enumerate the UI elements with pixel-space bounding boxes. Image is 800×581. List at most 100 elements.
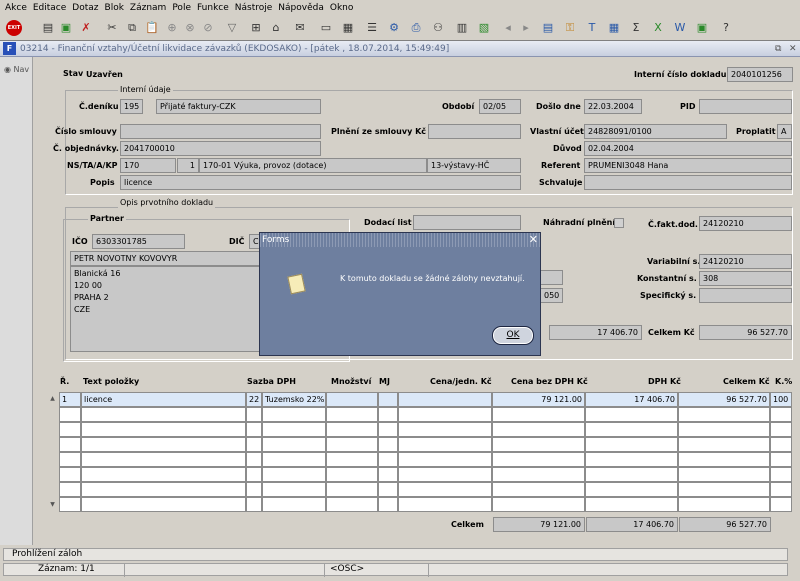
table-cell[interactable] <box>378 482 398 497</box>
nahradni-checkbox[interactable] <box>614 218 624 228</box>
table-cell[interactable] <box>246 407 262 422</box>
table-cell[interactable] <box>585 497 678 512</box>
table-cell[interactable] <box>378 392 398 407</box>
a-field[interactable]: 170-01 Výuka, provoz (dotace) <box>199 158 427 173</box>
var-field[interactable]: 24120210 <box>699 254 792 269</box>
ns-field[interactable]: 170 <box>120 158 176 173</box>
table-cell[interactable] <box>326 407 378 422</box>
table-cell[interactable]: Tuzemsko 22% <box>262 392 326 407</box>
cfakt-field[interactable]: 24120210 <box>699 216 792 231</box>
table-cell[interactable] <box>246 467 262 482</box>
table-cell[interactable] <box>81 422 246 437</box>
table-cell[interactable] <box>326 467 378 482</box>
table-cell[interactable] <box>378 422 398 437</box>
table-cell[interactable] <box>678 467 770 482</box>
table-cell[interactable] <box>326 392 378 407</box>
table-cell[interactable] <box>59 497 81 512</box>
table-cell[interactable]: 100 <box>770 392 792 407</box>
pid-field[interactable] <box>699 99 792 114</box>
table-cell[interactable] <box>59 452 81 467</box>
table-cell[interactable] <box>585 422 678 437</box>
table-cell[interactable] <box>398 452 492 467</box>
table-cell[interactable] <box>246 437 262 452</box>
plneni-field[interactable] <box>428 124 521 139</box>
cdeniku-field[interactable]: 195 <box>120 99 143 114</box>
dph-field[interactable]: 17 406.70 <box>549 325 642 340</box>
table-cell[interactable] <box>81 467 246 482</box>
address-field[interactable]: Blanická 16 120 00 PRAHA 2 CZE <box>70 266 260 352</box>
total-dph[interactable]: 17 406.70 <box>586 517 678 532</box>
spec-field[interactable] <box>699 288 792 303</box>
table-cell[interactable] <box>492 497 585 512</box>
table-cell[interactable] <box>262 437 326 452</box>
table-cell[interactable] <box>246 452 262 467</box>
table-cell[interactable] <box>585 482 678 497</box>
table-cell[interactable] <box>326 482 378 497</box>
table-cell[interactable] <box>678 452 770 467</box>
table-cell[interactable] <box>326 497 378 512</box>
table-cell[interactable] <box>378 497 398 512</box>
table-cell[interactable]: 1 <box>59 392 81 407</box>
table-cell[interactable] <box>492 482 585 497</box>
table-cell[interactable] <box>398 407 492 422</box>
icd-field[interactable]: 2040101256 <box>727 67 793 82</box>
table-cell[interactable] <box>59 407 81 422</box>
table-cell[interactable] <box>262 422 326 437</box>
table-cell[interactable] <box>492 407 585 422</box>
table-cell[interactable] <box>326 437 378 452</box>
celkem-field[interactable]: 96 527.70 <box>699 325 792 340</box>
smlouva-field[interactable] <box>120 124 321 139</box>
table-cell[interactable] <box>398 392 492 407</box>
table-cell[interactable] <box>81 482 246 497</box>
table-cell[interactable] <box>262 407 326 422</box>
table-cell[interactable] <box>81 497 246 512</box>
partner-name-field[interactable]: PETR NOVOTNY KOVOVYR <box>70 251 260 266</box>
objednavky-field[interactable]: 2041700010 <box>120 141 321 156</box>
duvod-field[interactable]: 02.04.2004 <box>584 141 792 156</box>
table-cell[interactable] <box>770 422 792 437</box>
scroll-up-icon[interactable]: ▲ <box>47 393 58 404</box>
proplatit-field[interactable]: A <box>777 124 792 139</box>
table-cell[interactable] <box>492 452 585 467</box>
table-cell[interactable] <box>246 497 262 512</box>
table-cell[interactable] <box>59 482 81 497</box>
table-cell[interactable] <box>585 407 678 422</box>
table-cell[interactable] <box>678 482 770 497</box>
table-cell[interactable]: 79 121.00 <box>492 392 585 407</box>
total-celkem[interactable]: 96 527.70 <box>679 517 771 532</box>
table-cell[interactable] <box>678 437 770 452</box>
table-cell[interactable] <box>326 452 378 467</box>
table-cell[interactable] <box>770 482 792 497</box>
partial-field[interactable] <box>540 270 563 285</box>
table-cell[interactable] <box>398 497 492 512</box>
referent-field[interactable]: PRUMENI3048 Hana <box>584 158 792 173</box>
table-cell[interactable] <box>492 437 585 452</box>
table-cell[interactable] <box>326 422 378 437</box>
obdobi-field[interactable]: 02/05 <box>479 99 521 114</box>
table-cell[interactable] <box>492 422 585 437</box>
table-cell[interactable] <box>378 467 398 482</box>
table-cell[interactable] <box>770 467 792 482</box>
ucet-field[interactable]: 24828091/0100 <box>584 124 727 139</box>
table-cell[interactable] <box>492 467 585 482</box>
table-cell[interactable] <box>770 497 792 512</box>
kp-field[interactable]: 13-výstavy-HČ <box>427 158 521 173</box>
table-cell[interactable] <box>585 452 678 467</box>
table-cell[interactable] <box>59 467 81 482</box>
table-cell[interactable] <box>59 422 81 437</box>
konst-field[interactable]: 308 <box>699 271 792 286</box>
ico-field[interactable]: 6303301785 <box>92 234 185 249</box>
table-cell[interactable]: 22 <box>246 392 262 407</box>
table-cell[interactable] <box>770 407 792 422</box>
table-cell[interactable] <box>678 422 770 437</box>
table-cell[interactable] <box>398 422 492 437</box>
table-cell[interactable] <box>585 437 678 452</box>
table-cell[interactable] <box>398 467 492 482</box>
table-cell[interactable]: licence <box>81 392 246 407</box>
popis-field[interactable]: licence <box>120 175 521 190</box>
schvaluje-field[interactable] <box>584 175 792 190</box>
table-cell[interactable] <box>81 452 246 467</box>
table-cell[interactable]: 17 406.70 <box>585 392 678 407</box>
table-cell[interactable] <box>678 407 770 422</box>
scroll-down-icon[interactable]: ▼ <box>47 499 58 510</box>
